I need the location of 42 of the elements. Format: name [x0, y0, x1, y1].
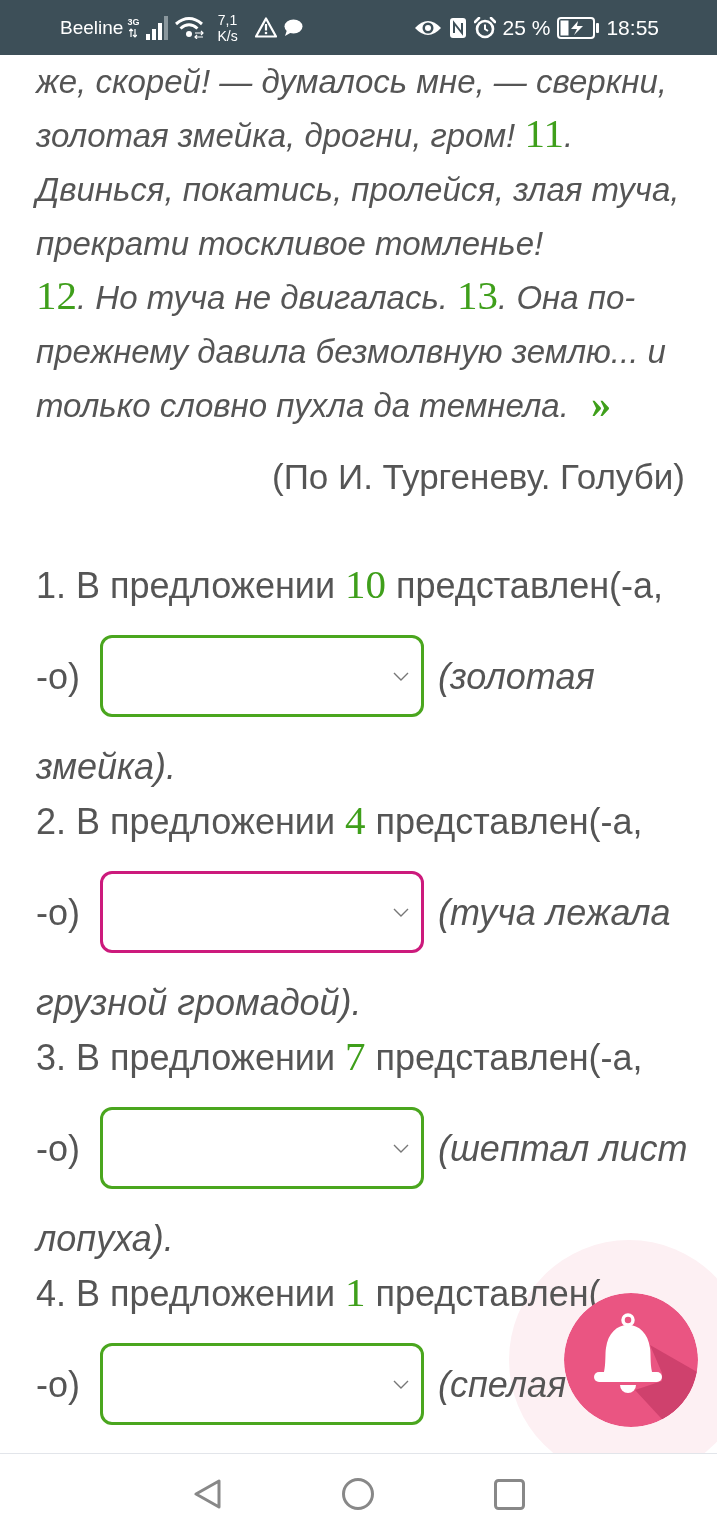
chat-bubble-icon — [283, 19, 303, 36]
question-text: -о) — [36, 1126, 80, 1171]
hint-text: змейка). — [36, 745, 178, 789]
data-arrows-icon — [129, 28, 138, 38]
source-text: (По И. Тургеневу. Голуби) — [271, 456, 686, 498]
speed-unit: K/s — [217, 27, 238, 44]
passage-text: 12. Но туча не двигалась. 13. Она по-прежнему давила безмолвную землю... и только словно пухла да темнела. » — [36, 271, 667, 428]
battery-percent: 25 % — [502, 15, 551, 40]
answer-dropdown[interactable] — [100, 1343, 424, 1425]
alarm-clock-icon — [473, 16, 496, 39]
network-type: 3G — [127, 17, 140, 27]
answer-dropdown[interactable] — [100, 1107, 424, 1189]
back-icon[interactable] — [192, 1479, 222, 1509]
wifi-icon — [175, 16, 205, 39]
recent-apps-icon[interactable] — [493, 1478, 525, 1510]
chevron-icon — [393, 1143, 409, 1153]
question-text: -о) — [36, 890, 80, 935]
question-text: 3. В предложении 7 представлен(-а, — [36, 1032, 644, 1081]
chevron-icon — [393, 1379, 409, 1389]
carrier-name: Beeline — [60, 16, 124, 39]
home-icon[interactable] — [341, 1478, 374, 1510]
hint-text: (шептал лист — [438, 1126, 688, 1171]
signal-icon — [146, 15, 169, 40]
nfc-icon — [448, 16, 467, 39]
question-text: -о) — [36, 1362, 80, 1407]
warning-icon — [254, 17, 277, 38]
hint-text: лопуха). — [36, 1217, 175, 1261]
question-text: -о) — [36, 654, 80, 699]
question-text: 2. В предложении 4 представлен(-а, — [36, 796, 644, 845]
clock-time: 18:55 — [606, 15, 659, 40]
chevron-icon — [393, 671, 409, 681]
network-speed: 7,1 — [217, 11, 238, 28]
hint-text: (туча лежала — [438, 890, 671, 935]
hint-text: (золотая — [438, 654, 595, 699]
battery-charging-icon — [557, 16, 600, 39]
question-text: 1. В предложении 10 представлен(-а, — [36, 560, 665, 609]
chevron-icon — [393, 907, 409, 917]
answer-dropdown[interactable] — [100, 871, 424, 953]
hint-text: грузной громадой). — [36, 981, 363, 1025]
question-text: 4. В предложении 1 представлен( — [36, 1268, 602, 1317]
hint-text: (спелая — [438, 1362, 567, 1407]
answer-dropdown[interactable] — [100, 635, 424, 717]
